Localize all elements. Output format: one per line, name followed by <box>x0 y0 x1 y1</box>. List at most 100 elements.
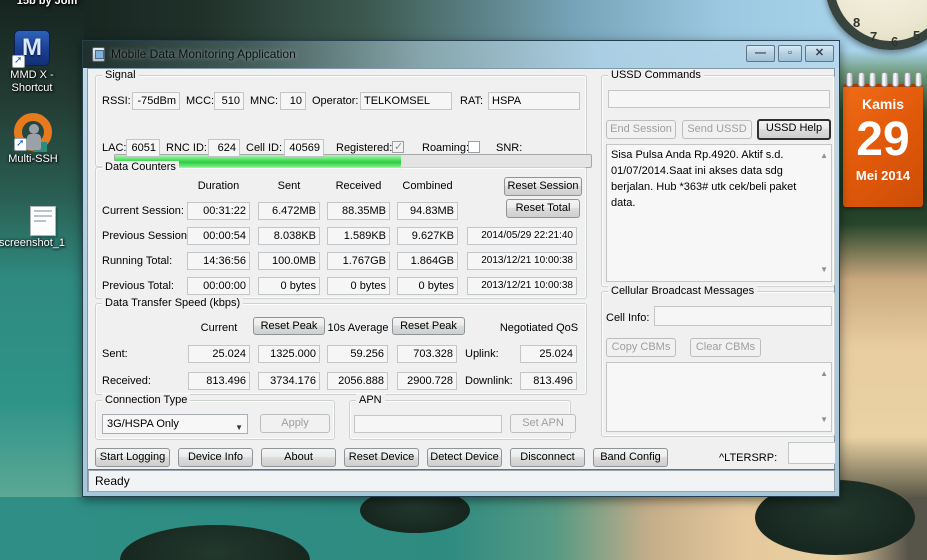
counter-value: 00:00:54 <box>187 227 250 245</box>
ussd-group-label: USSD Commands <box>608 69 704 81</box>
reset-peak-avg-button[interactable]: Reset Peak <box>392 317 465 335</box>
apn-input[interactable] <box>354 415 502 433</box>
cbm-group-label: Cellular Broadcast Messages <box>608 285 758 297</box>
speed-value: 813.496 <box>188 372 250 390</box>
speed-value: 1325.000 <box>258 345 320 363</box>
reset-peak-current-button[interactable]: Reset Peak <box>253 317 325 335</box>
counter-value: 0 bytes <box>397 277 458 295</box>
signal-group-label: Signal <box>102 69 139 81</box>
desktop-icon-label-screenshot[interactable]: screenshot_1 <box>0 237 72 250</box>
row-label: Previous Total: <box>102 280 174 292</box>
desktop-icon-label-multissh[interactable]: Multi-SSH <box>0 153 66 166</box>
counter-value: 9.627KB <box>397 227 458 245</box>
qos-value: 25.024 <box>520 345 577 363</box>
roaming-checkbox[interactable] <box>468 141 480 153</box>
window-title: Mobile Data Monitoring Application <box>111 47 296 61</box>
counter-value: 0 bytes <box>327 277 390 295</box>
send-ussd-button[interactable]: Send USSD <box>682 120 752 139</box>
counter-timestamp: 2013/12/21 10:00:38 <box>467 252 577 270</box>
mmdx-icon: M <box>12 30 50 68</box>
rnc-label: RNC ID: <box>166 142 207 154</box>
ussd-response-area[interactable]: Sisa Pulsa Anda Rp.4920. Aktif s.d. 01/0… <box>606 144 832 282</box>
registered-checkbox[interactable] <box>392 140 404 153</box>
received-row-label: Received: <box>102 375 151 387</box>
apn-group: APN Set APN <box>349 394 576 440</box>
qos-value: 813.496 <box>520 372 577 390</box>
counter-value: 1.864GB <box>397 252 458 270</box>
minimize-button[interactable]: — <box>746 45 775 62</box>
ussd-input[interactable] <box>608 90 830 108</box>
reset-device-button[interactable]: Reset Device <box>344 448 419 467</box>
desktop-icon-label-cut[interactable]: 15b by Jom <box>2 0 92 8</box>
set-apn-button[interactable]: Set APN <box>510 414 576 433</box>
desktop-icon-label-mmdx[interactable]: MMD X - Shortcut <box>0 69 64 95</box>
mmdx-icon-letter: M <box>22 34 42 61</box>
shortcut-arrow-icon <box>14 138 27 151</box>
cell-id-value: 40569 <box>284 139 324 157</box>
desktop-icon-multissh[interactable] <box>14 113 52 152</box>
titlebar[interactable]: Mobile Data Monitoring Application <box>83 41 839 68</box>
connection-type-group: Connection Type 3G/HSPA Only Apply <box>95 394 335 440</box>
disconnect-button[interactable]: Disconnect <box>510 448 585 467</box>
transfer-speed-group: Data Transfer Speed (kbps) Current Reset… <box>95 297 587 395</box>
rssi-label: RSSI: <box>102 95 131 107</box>
calendar-spiral <box>846 72 922 88</box>
ltersrp-label: ^LTERSRP: <box>719 452 778 464</box>
avg-header: 10s Average <box>327 322 389 334</box>
operator-label: Operator: <box>312 95 359 107</box>
apn-label: APN <box>356 394 385 406</box>
about-button[interactable]: About <box>261 448 336 467</box>
qos-header: Negotiated QoS <box>499 322 579 334</box>
connection-type-dropdown[interactable]: 3G/HSPA Only <box>102 414 248 437</box>
mnc-value: 10 <box>280 92 306 110</box>
connection-type-label: Connection Type <box>102 394 191 406</box>
mnc-label: MNC: <box>250 95 279 107</box>
calendar-gadget[interactable]: Kamis 29 Mei 2014 <box>843 84 923 207</box>
ussd-help-button[interactable]: USSD Help <box>757 119 831 140</box>
rat-label: RAT: <box>460 95 484 107</box>
uplink-label: Uplink: <box>465 348 499 360</box>
clock-number: 5 <box>913 28 921 43</box>
calendar-month-year: Mei 2014 <box>855 168 911 183</box>
desktop-icon-mmdx[interactable]: M <box>12 30 50 68</box>
start-logging-button[interactable]: Start Logging <box>95 448 170 467</box>
downlink-label: Downlink: <box>465 375 513 387</box>
cbm-messages-area[interactable] <box>606 362 832 432</box>
speed-value: 25.024 <box>188 345 250 363</box>
operator-value: TELKOMSEL <box>360 92 452 110</box>
copy-cbms-button[interactable]: Copy CBMs <box>606 338 676 357</box>
clear-cbms-button[interactable]: Clear CBMs <box>690 338 761 357</box>
counter-value: 00:31:22 <box>187 202 250 220</box>
clock-number: 7 <box>870 29 878 44</box>
band-config-button[interactable]: Band Config <box>593 448 668 467</box>
counter-value: 8.038KB <box>258 227 320 245</box>
rssi-value: -75dBm <box>132 92 180 110</box>
rat-value: HSPA <box>488 92 580 110</box>
maximize-button[interactable]: ▫ <box>778 45 802 62</box>
received-header: Received <box>335 180 382 192</box>
counter-timestamp: 2014/05/29 22:21:40 <box>467 227 577 245</box>
row-label: Current Session: <box>102 205 184 217</box>
end-session-button[interactable]: End Session <box>606 120 676 139</box>
close-button[interactable]: ✕ <box>805 45 834 62</box>
device-info-button[interactable]: Device Info <box>178 448 253 467</box>
counter-value: 1.767GB <box>327 252 390 270</box>
detect-device-button[interactable]: Detect Device <box>427 448 502 467</box>
counter-value: 0 bytes <box>258 277 320 295</box>
counter-value: 6.472MB <box>258 202 320 220</box>
current-header: Current <box>200 322 238 334</box>
desktop-icon-screenshot[interactable] <box>30 206 56 236</box>
transfer-speed-label: Data Transfer Speed (kbps) <box>102 297 244 309</box>
mcc-label: MCC: <box>186 95 215 107</box>
app-icon <box>92 47 105 62</box>
snr-label: SNR: <box>496 142 523 154</box>
roaming-label: Roaming: <box>422 142 470 154</box>
document-icon <box>30 206 56 236</box>
reset-total-button[interactable]: Reset Total <box>506 199 580 218</box>
counter-value: 100.0MB <box>258 252 320 270</box>
speed-value: 59.256 <box>327 345 388 363</box>
apply-button[interactable]: Apply <box>260 414 330 433</box>
reset-session-button[interactable]: Reset Session <box>504 177 582 196</box>
combined-header: Combined <box>402 180 453 192</box>
counter-value: 14:36:56 <box>187 252 250 270</box>
